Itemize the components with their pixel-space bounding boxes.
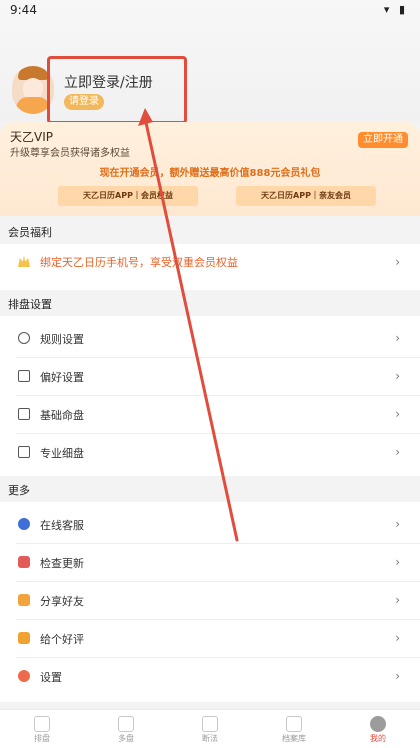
check-update-icon <box>18 556 30 568</box>
bottom-navigation: 排盘 多盘 断法 档案库 我的 <box>0 709 420 748</box>
settings-row-basic-chart[interactable]: 基础命盘 › <box>0 396 420 434</box>
chevron-right-icon: › <box>395 631 400 645</box>
more-row-settings[interactable]: 设置 › <box>0 658 420 696</box>
section-title-more: 更多 <box>8 484 30 497</box>
archive-icon <box>286 716 302 732</box>
login-title[interactable]: 立即登录/注册 <box>64 72 153 92</box>
share-icon <box>18 594 30 606</box>
more-row-customer-service[interactable]: 在线客服 › <box>0 506 420 544</box>
more-row-label: 在线客服 <box>40 519 84 532</box>
status-time: 9:44 <box>10 3 37 17</box>
settings-row-label: 基础命盘 <box>40 409 84 422</box>
rules-settings-icon <box>18 332 30 344</box>
more-row-label: 检查更新 <box>40 557 84 570</box>
nav-label: 多盘 <box>118 734 134 743</box>
bind-phone-row[interactable]: 绑定天乙日历手机号，享受双重会员权益 › <box>0 244 420 282</box>
nav-label: 断法 <box>202 734 218 743</box>
chevron-right-icon: › <box>395 407 400 421</box>
member-benefits-panel: 绑定天乙日历手机号，享受双重会员权益 › <box>0 244 420 290</box>
settings-row-rules[interactable]: 规则设置 › <box>0 320 420 358</box>
vip-card-family-member[interactable]: 天乙日历APP｜亲友会员 <box>236 186 376 206</box>
vip-open-button[interactable]: 立即开通 <box>358 132 408 148</box>
status-icons: ▾ ▮ <box>383 3 408 16</box>
section-title-layout-settings: 排盘设置 <box>8 298 52 311</box>
nav-item-multi-pan[interactable]: 多盘 <box>84 716 168 746</box>
vip-title: 天乙VIP <box>10 130 53 144</box>
chevron-right-icon: › <box>395 517 400 531</box>
basic-chart-icon <box>18 408 30 420</box>
chevron-right-icon: › <box>395 669 400 683</box>
chevron-right-icon: › <box>395 255 400 269</box>
chevron-right-icon: › <box>395 555 400 569</box>
paipan-icon <box>34 716 50 732</box>
profile-icon <box>370 716 386 732</box>
more-panel: 在线客服 › 检查更新 › 分享好友 › 给个好评 › 设置 › <box>0 502 420 702</box>
gear-icon <box>18 670 30 682</box>
multi-pan-icon <box>118 716 134 732</box>
nav-label: 排盘 <box>34 734 50 743</box>
nav-label: 我的 <box>370 734 386 743</box>
vip-card-list: 天乙日历APP｜会员权益 天乙日历APP｜亲友会员 <box>58 186 376 208</box>
more-row-rate-us[interactable]: 给个好评 › <box>0 620 420 658</box>
duanfa-icon <box>202 716 218 732</box>
vip-promo-text: 现在开通会员，额外赠送最高价值888元会员礼包 <box>99 168 321 179</box>
login-button[interactable]: 请登录 <box>64 94 104 110</box>
avatar-robe-icon <box>16 97 50 114</box>
more-row-check-update[interactable]: 检查更新 › <box>0 544 420 582</box>
avatar[interactable] <box>12 66 54 114</box>
more-row-label: 给个好评 <box>40 633 84 646</box>
chevron-right-icon: › <box>395 331 400 345</box>
section-title-member-benefits: 会员福利 <box>8 226 52 239</box>
settings-row-professional-chart[interactable]: 专业细盘 › <box>0 434 420 472</box>
more-row-label: 分享好友 <box>40 595 84 608</box>
more-row-label: 设置 <box>40 671 62 684</box>
vip-subtitle: 升级尊享会员获得诸多权益 <box>10 148 130 159</box>
nav-item-archive[interactable]: 档案库 <box>252 716 336 746</box>
more-row-share-friends[interactable]: 分享好友 › <box>0 582 420 620</box>
settings-row-preferences[interactable]: 偏好设置 › <box>0 358 420 396</box>
nav-item-paipan[interactable]: 排盘 <box>0 716 84 746</box>
chevron-right-icon: › <box>395 445 400 459</box>
professional-chart-icon <box>18 446 30 458</box>
login-section[interactable]: 立即登录/注册 请登录 <box>64 72 184 112</box>
chevron-right-icon: › <box>395 369 400 383</box>
nav-item-duanfa[interactable]: 断法 <box>168 716 252 746</box>
nav-item-me[interactable]: 我的 <box>336 716 420 746</box>
vip-panel: 天乙VIP 升级尊享会员获得诸多权益 立即开通 现在开通会员，额外赠送最高价值8… <box>0 122 420 216</box>
customer-service-icon <box>18 518 30 530</box>
nav-label: 档案库 <box>282 734 306 743</box>
status-bar: 9:44 ▾ ▮ <box>0 0 420 22</box>
settings-row-label: 专业细盘 <box>40 447 84 460</box>
settings-row-label: 规则设置 <box>40 333 84 346</box>
preferences-icon <box>18 370 30 382</box>
settings-row-label: 偏好设置 <box>40 371 84 384</box>
bind-phone-label: 绑定天乙日历手机号，享受双重会员权益 <box>40 256 238 269</box>
profile-header: 9:44 ▾ ▮ 立即登录/注册 请登录 <box>0 0 420 124</box>
thumbs-up-icon <box>18 632 30 644</box>
vip-card-member-benefits[interactable]: 天乙日历APP｜会员权益 <box>58 186 198 206</box>
layout-settings-panel: 规则设置 › 偏好设置 › 基础命盘 › 专业细盘 › <box>0 316 420 476</box>
chevron-right-icon: › <box>395 593 400 607</box>
crown-icon <box>18 255 30 267</box>
